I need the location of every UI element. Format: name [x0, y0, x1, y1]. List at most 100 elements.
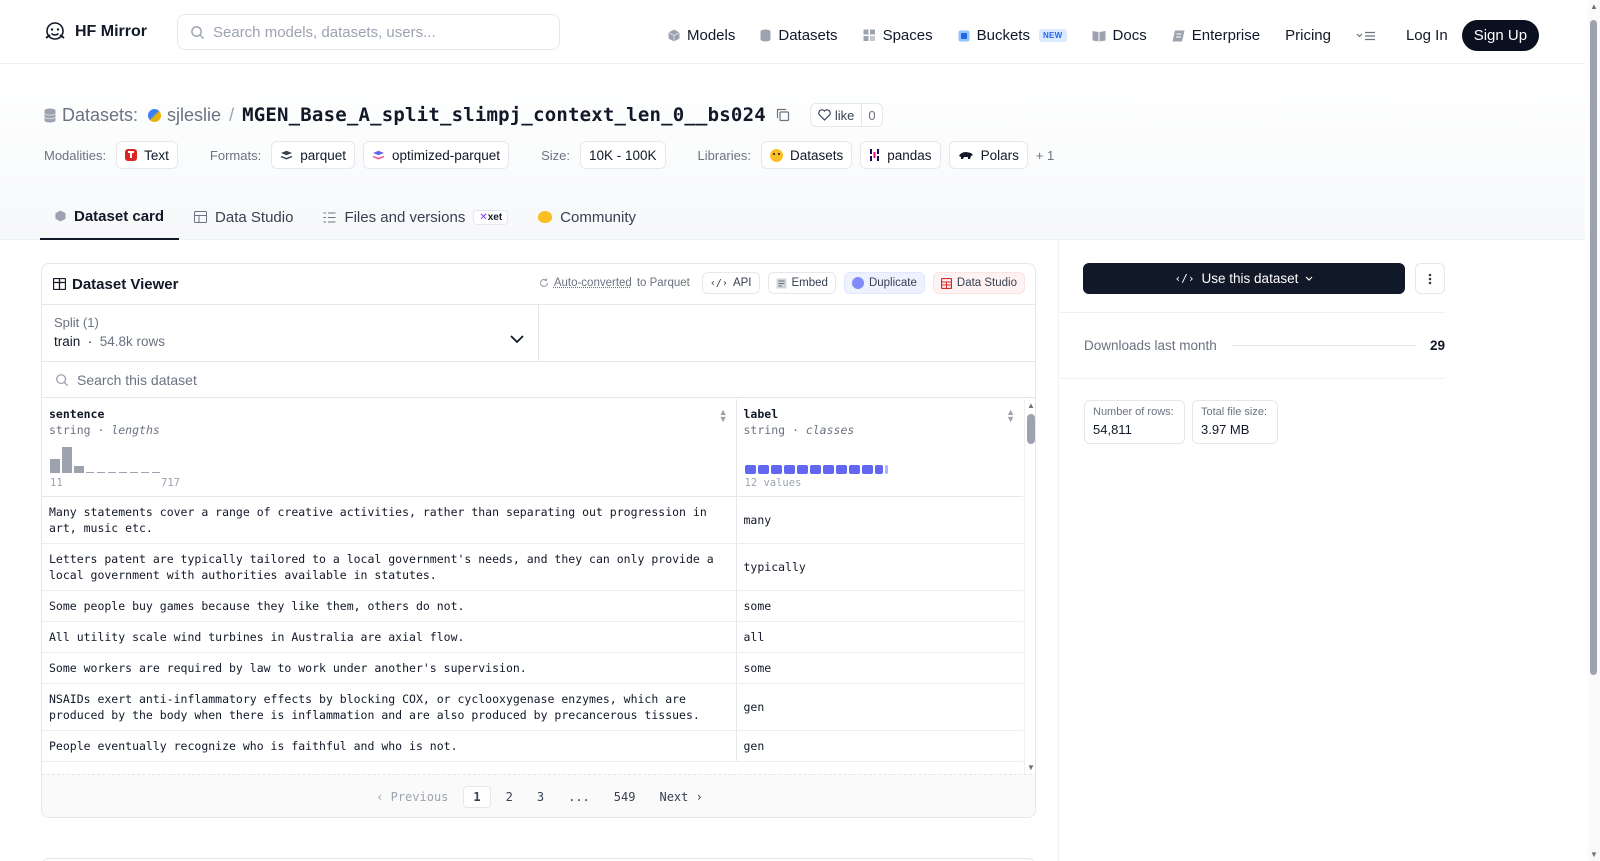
class-count: 12 values — [745, 477, 802, 489]
dataset-header: Datasets: sjleslie / MGEN_Base_A_split_s… — [0, 64, 1585, 240]
cell-label[interactable]: all — [736, 621, 1023, 652]
duplicate-button[interactable]: Duplicate — [844, 272, 925, 294]
more-menu-button[interactable] — [1356, 24, 1376, 48]
owner-link[interactable]: sjleslie — [167, 105, 221, 126]
section-label[interactable]: Datasets: — [62, 105, 138, 126]
tab-data-studio[interactable]: Data Studio — [179, 194, 308, 240]
table-row[interactable]: People eventually recognize who is faith… — [42, 730, 1023, 761]
nav-datasets[interactable]: Datasets — [760, 24, 837, 48]
pagination-next[interactable]: Next › — [650, 787, 711, 807]
sort-icon[interactable]: ▲ ▼ — [1006, 409, 1015, 423]
cell-sentence[interactable]: Some workers are required by law to work… — [42, 652, 736, 683]
api-button[interactable]: ‹/› API — [702, 272, 760, 294]
tab-files-and-versions[interactable]: Files and versions ✕xet — [308, 194, 523, 240]
histogram-bar[interactable] — [50, 459, 60, 473]
table-row[interactable]: Some people buy games because they like … — [42, 590, 1023, 621]
global-search-input[interactable] — [213, 24, 543, 41]
page-scrollbar-thumb[interactable] — [1590, 20, 1597, 675]
pagination-previous[interactable]: ‹ Previous — [367, 787, 457, 807]
column-header-sentence[interactable]: sentence string · lengths ▲ ▼ 11 717 — [42, 399, 736, 496]
tag-library-pandas[interactable]: pandas — [860, 141, 940, 169]
cell-sentence[interactable]: NSAIDs exert anti-inflammatory effects b… — [42, 683, 736, 730]
embed-button[interactable]: Embed — [768, 272, 836, 294]
home-logo-link[interactable]: HF Mirror — [43, 20, 147, 44]
scroll-up-arrow-icon[interactable]: ▲ — [1590, 2, 1598, 11]
tab-community[interactable]: Community — [523, 194, 651, 240]
scroll-up-arrow-icon[interactable]: ▲ — [1027, 401, 1035, 410]
table-row[interactable]: Many statements cover a range of creativ… — [42, 496, 1023, 543]
cell-sentence[interactable]: Some people buy games because they like … — [42, 590, 736, 621]
cell-sentence[interactable]: All utility scale wind turbines in Austr… — [42, 621, 736, 652]
nav-spaces[interactable]: Spaces — [863, 24, 933, 48]
cell-label[interactable]: gen — [736, 730, 1023, 761]
tag-library-datasets[interactable]: Datasets — [761, 141, 852, 169]
table-scrollbar[interactable]: ▲ ▼ — [1024, 399, 1036, 774]
nav-docs-label: Docs — [1113, 27, 1147, 44]
tag-format-optimized-parquet[interactable]: optimized-parquet — [363, 141, 509, 169]
use-this-dataset-button[interactable]: ‹/› Use this dataset — [1083, 263, 1405, 294]
scroll-down-arrow-icon[interactable]: ▼ — [1590, 850, 1598, 859]
nav-pricing[interactable]: Pricing — [1285, 24, 1331, 48]
column-header-label[interactable]: label string · classes ▲ ▼ 12 values — [736, 399, 1023, 496]
pagination-page[interactable]: 1 — [463, 786, 490, 808]
search-icon — [190, 25, 205, 40]
dataset-search-input[interactable] — [77, 372, 477, 388]
length-histogram[interactable] — [50, 447, 161, 473]
tag-size[interactable]: 10K - 100K — [580, 141, 666, 169]
split-selector[interactable]: Split (1) train · 54.8k rows — [42, 305, 539, 361]
global-search-box[interactable] — [177, 14, 560, 50]
table-row[interactable]: NSAIDs exert anti-inflammatory effects b… — [42, 683, 1023, 730]
like-toggle[interactable]: like — [811, 104, 863, 126]
table-row[interactable]: Some workers are required by law to work… — [42, 652, 1023, 683]
xet-badge: ✕xet — [473, 210, 508, 225]
more-options-button[interactable] — [1415, 263, 1445, 294]
nav-docs[interactable]: Docs — [1092, 24, 1147, 48]
like-count[interactable]: 0 — [862, 108, 881, 123]
tab-dataset-card[interactable]: Dataset card — [40, 194, 179, 240]
histogram-bar[interactable] — [74, 466, 84, 473]
cell-label[interactable]: typically — [736, 543, 1023, 590]
table-row[interactable]: Letters patent are typically tailored to… — [42, 543, 1023, 590]
dataset-tabs: Dataset card Data Studio Files and versi… — [40, 194, 651, 240]
nav-models[interactable]: Models — [668, 24, 735, 48]
nav-enterprise[interactable]: Enterprise — [1172, 24, 1260, 48]
cell-label[interactable]: gen — [736, 683, 1023, 730]
like-button[interactable]: like 0 — [810, 103, 883, 127]
cell-sentence[interactable]: Many statements cover a range of creativ… — [42, 496, 736, 543]
bucket-icon — [958, 30, 970, 42]
dataset-name[interactable]: MGEN_Base_A_split_slimpj_context_len_0__… — [242, 104, 766, 126]
tag-modality-text[interactable]: Text — [116, 141, 178, 169]
class-distribution-bar[interactable] — [745, 465, 888, 474]
tag-format-parquet[interactable]: parquet — [271, 141, 355, 169]
login-link[interactable]: Log In — [1406, 27, 1448, 44]
more-libraries[interactable]: + 1 — [1036, 148, 1054, 163]
pagination-page[interactable]: 2 — [497, 787, 522, 807]
table-row[interactable]: All utility scale wind turbines in Austr… — [42, 621, 1023, 652]
duplicate-icon — [852, 277, 864, 289]
data-studio-button[interactable]: Data Studio — [933, 272, 1025, 294]
community-icon — [538, 211, 552, 223]
tag-label-text: Text — [144, 148, 169, 163]
cell-label[interactable]: some — [736, 590, 1023, 621]
heart-icon — [818, 109, 831, 121]
scroll-down-arrow-icon[interactable]: ▼ — [1027, 763, 1035, 772]
cell-label[interactable]: many — [736, 496, 1023, 543]
sort-icon[interactable]: ▲ ▼ — [719, 409, 728, 423]
tag-library-polars[interactable]: Polars — [949, 141, 1028, 169]
page-scrollbar[interactable]: ▲ ▼ — [1588, 0, 1600, 861]
copy-icon[interactable] — [776, 108, 790, 122]
new-badge: NEW — [1039, 29, 1067, 42]
cell-sentence[interactable]: Letters patent are typically tailored to… — [42, 543, 736, 590]
optimized-parquet-icon — [372, 150, 385, 160]
auto-converted-link[interactable]: Auto-converted — [554, 277, 632, 289]
split-value: train · 54.8k rows — [54, 334, 526, 349]
pagination-page[interactable]: 3 — [528, 787, 553, 807]
pagination-page[interactable]: 549 — [605, 787, 645, 807]
kebab-menu-icon — [1428, 273, 1432, 285]
signup-button[interactable]: Sign Up — [1462, 20, 1539, 51]
scrollbar-thumb[interactable] — [1027, 414, 1035, 444]
cell-sentence[interactable]: People eventually recognize who is faith… — [42, 730, 736, 761]
nav-buckets[interactable]: Buckets NEW — [958, 24, 1067, 48]
histogram-bar[interactable] — [62, 447, 72, 473]
cell-label[interactable]: some — [736, 652, 1023, 683]
